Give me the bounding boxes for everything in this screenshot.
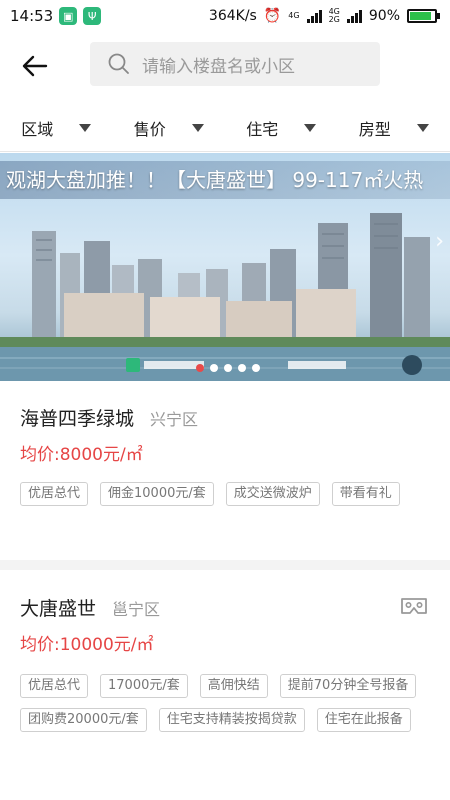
promo-banner[interactable]: 观湖大盘加推！！【大唐盛世】 99-117㎡火热 ›: [0, 153, 450, 381]
listing-card[interactable]: 大唐盛世 邕宁区 均价:10000元/㎡ 优居总代 17000元/套 高佣快结 …: [0, 582, 450, 800]
signal-icon: [306, 9, 322, 23]
status-time: 14:53: [10, 7, 54, 25]
search-icon: [108, 53, 129, 74]
filter-label: 区域: [21, 119, 54, 139]
filter-label: 住宅: [246, 119, 279, 139]
banner-title: 观湖大盘加推！！【大唐盛世】 99-117㎡火热: [0, 161, 450, 199]
carousel-dot[interactable]: [224, 364, 232, 372]
battery-icon: [407, 9, 440, 23]
header: 请输入楼盘名或小区: [0, 40, 450, 92]
listing-tag: 住宅在此报备: [316, 708, 411, 732]
listing-tag: 高佣快结: [199, 674, 268, 698]
signal-icon-2: [346, 9, 362, 23]
listing-tag: 佣金10000元/套: [100, 482, 214, 506]
listing-tag: 住宅支持精装按揭贷款: [158, 708, 305, 732]
dropdown-arrow-icon: [191, 123, 204, 132]
usb-icon: Ψ: [83, 7, 102, 25]
dropdown-arrow-icon: [304, 123, 317, 132]
search-placeholder: 请输入楼盘名或小区: [142, 56, 295, 77]
dropdown-arrow-icon: [79, 123, 92, 132]
listing-tag: 成交送微波炉: [225, 482, 320, 506]
arrow-left-icon: [22, 55, 48, 77]
vr-icon[interactable]: [400, 596, 428, 616]
filter-property-type[interactable]: 住宅: [225, 104, 338, 151]
filter-label: 房型: [358, 119, 391, 139]
filter-label: 售价: [133, 119, 166, 139]
carousel-dot[interactable]: [238, 364, 246, 372]
filter-layout[interactable]: 房型: [338, 104, 450, 151]
listing-district: 兴宁区: [150, 410, 199, 429]
carousel-dot[interactable]: [196, 364, 204, 372]
carousel-indicator: [196, 364, 260, 372]
listing-price: 均价:8000元/㎡: [20, 445, 143, 465]
listing-tags: 优居总代 佣金10000元/套 成交送微波炉 带看有礼: [20, 482, 440, 506]
listing-name: 大唐盛世: [20, 598, 97, 620]
listing-price: 均价:10000元/㎡: [20, 635, 154, 655]
status-bar: 14:53 ▣ Ψ 364K/s ⏰ 4G 4G 2G 90%: [0, 0, 450, 32]
listing-tag: 带看有礼: [331, 482, 400, 506]
carousel-dot[interactable]: [252, 364, 260, 372]
listing-name: 海普四季绿城: [20, 408, 135, 430]
back-button[interactable]: [0, 40, 70, 92]
dropdown-arrow-icon: [416, 123, 429, 132]
listing-tag: 优居总代: [20, 674, 89, 698]
filter-district[interactable]: 区域: [0, 104, 113, 151]
filter-bar: 区域 售价 住宅 房型: [0, 104, 450, 152]
listing-tag: 优居总代: [20, 482, 89, 506]
filter-price[interactable]: 售价: [113, 104, 226, 151]
screenshot-icon: ▣: [59, 7, 78, 25]
listing-tag: 团购费20000元/套: [20, 708, 147, 732]
alarm-icon: ⏰: [263, 8, 282, 24]
listing-tags: 优居总代 17000元/套 高佣快结 提前70分钟全号报备 团购费20000元/…: [20, 674, 440, 732]
battery-percent: 90%: [368, 8, 400, 24]
listing-district: 邕宁区: [112, 600, 161, 619]
network-speed: 364K/s: [208, 8, 257, 24]
search-input[interactable]: 请输入楼盘名或小区: [90, 42, 380, 86]
listing-tag: 提前70分钟全号报备: [279, 674, 417, 698]
network-type-3: 2G: [328, 15, 340, 24]
network-type: 4G: [288, 11, 300, 20]
listing-tag: 17000元/套: [100, 674, 188, 698]
listing-card[interactable]: 海普四季绿城 兴宁区 均价:8000元/㎡ 优居总代 佣金10000元/套 成交…: [0, 392, 450, 570]
chevron-right-icon: ›: [435, 229, 444, 254]
carousel-dot[interactable]: [210, 364, 218, 372]
